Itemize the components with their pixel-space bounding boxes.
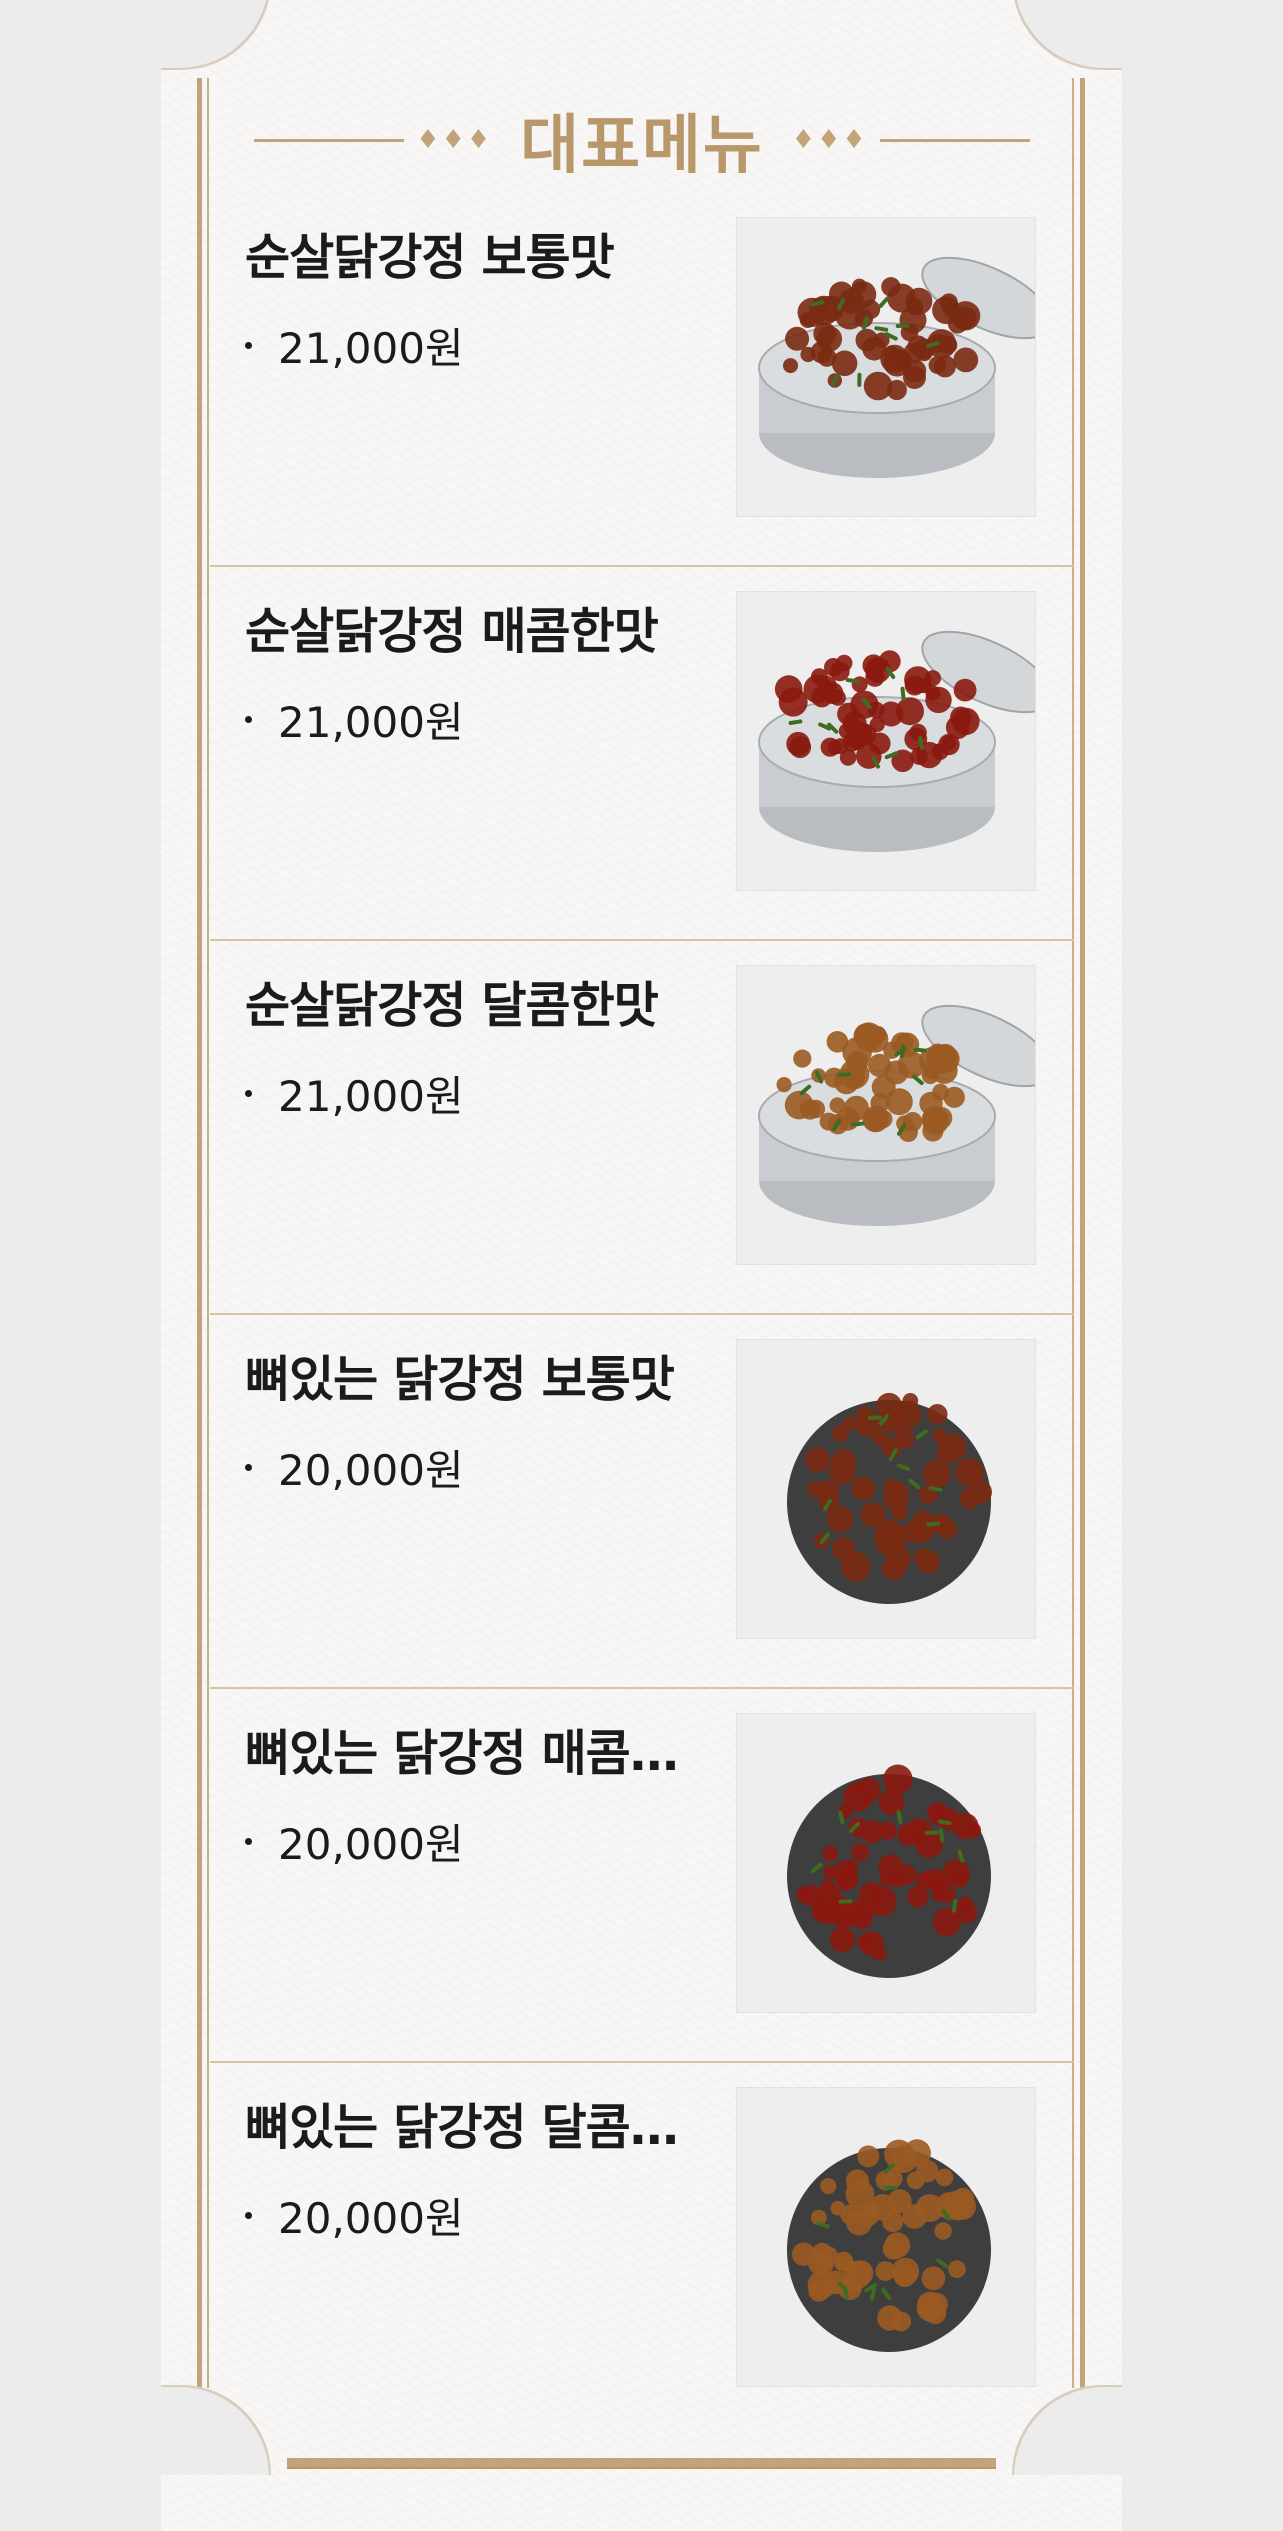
food-bowl-image — [736, 1713, 1036, 2013]
menu-item-name: 뼈있는 닭강정 달콤한맛 — [245, 2099, 705, 2156]
price-text: 20,000원 — [278, 1820, 464, 1869]
price-text: 21,000원 — [278, 324, 464, 373]
menu-item[interactable]: 뼈있는 닭강정 매콤한맛 20,000원 — [210, 1689, 1074, 2063]
food-tin-image — [736, 591, 1036, 891]
menu-item-price: 20,000원 — [245, 1437, 464, 1498]
menu-item-price: 20,000원 — [245, 2185, 464, 2246]
menu-item[interactable]: 순살닭강정 보통맛 21,000원 — [210, 193, 1074, 567]
menu-item-name: 순살닭강정 달콤한맛 — [245, 977, 659, 1034]
menu-item[interactable]: 순살닭강정 매콤한맛 21,000원 — [210, 567, 1074, 941]
food-bowl-image — [736, 1339, 1036, 1639]
food-tin-image — [736, 965, 1036, 1265]
menu-item-name: 뼈있는 닭강정 매콤한맛 — [245, 1725, 705, 1782]
right-border-rail — [1080, 78, 1085, 2388]
menu-item-price: 21,000원 — [245, 689, 464, 750]
menu-item-name: 뼈있는 닭강정 보통맛 — [245, 1351, 675, 1408]
menu-item[interactable]: 뼈있는 닭강정 보통맛 20,000원 — [210, 1315, 1074, 1689]
section-title: 대표메뉴 — [520, 109, 764, 183]
bullet-icon — [245, 716, 252, 723]
menu-item-price: 21,000원 — [245, 1063, 464, 1124]
section-heading: ♦♦♦ 대표메뉴 ♦♦♦ — [254, 100, 1030, 183]
menu-item-price: 21,000원 — [245, 315, 464, 376]
menu-item-name: 순살닭강정 보통맛 — [245, 229, 615, 286]
price-text: 20,000원 — [278, 1446, 464, 1495]
heading-line-right — [879, 138, 1030, 142]
food-bowl-image — [736, 2087, 1036, 2387]
left-border-rail — [197, 78, 202, 2388]
bullet-icon — [245, 1090, 252, 1097]
left-border-inner-rail — [207, 78, 209, 2388]
bullet-icon — [245, 2212, 252, 2219]
price-text: 21,000원 — [278, 1072, 464, 1121]
price-text: 20,000원 — [278, 2194, 464, 2243]
bottom-gold-bar — [287, 2458, 996, 2469]
diamond-ornament-icon: ♦♦♦ — [791, 125, 868, 155]
menu-item-name: 순살닭강정 매콤한맛 — [245, 603, 659, 660]
diamond-ornament-icon: ♦♦♦ — [416, 125, 493, 155]
heading-line-left — [254, 138, 405, 142]
bullet-icon — [245, 1838, 252, 1845]
bullet-icon — [245, 1464, 252, 1471]
menu-item-price: 20,000원 — [245, 1811, 464, 1872]
price-text: 21,000원 — [278, 698, 464, 747]
bullet-icon — [245, 342, 252, 349]
menu-item[interactable]: 순살닭강정 달콤한맛 21,000원 — [210, 941, 1074, 1315]
menu-list: 순살닭강정 보통맛 21,000원 순살닭강정 매콤한맛 21,000원 순살닭… — [210, 193, 1074, 2437]
menu-item[interactable]: 뼈있는 닭강정 달콤한맛 20,000원 — [210, 2063, 1074, 2437]
food-tin-image — [736, 217, 1036, 517]
